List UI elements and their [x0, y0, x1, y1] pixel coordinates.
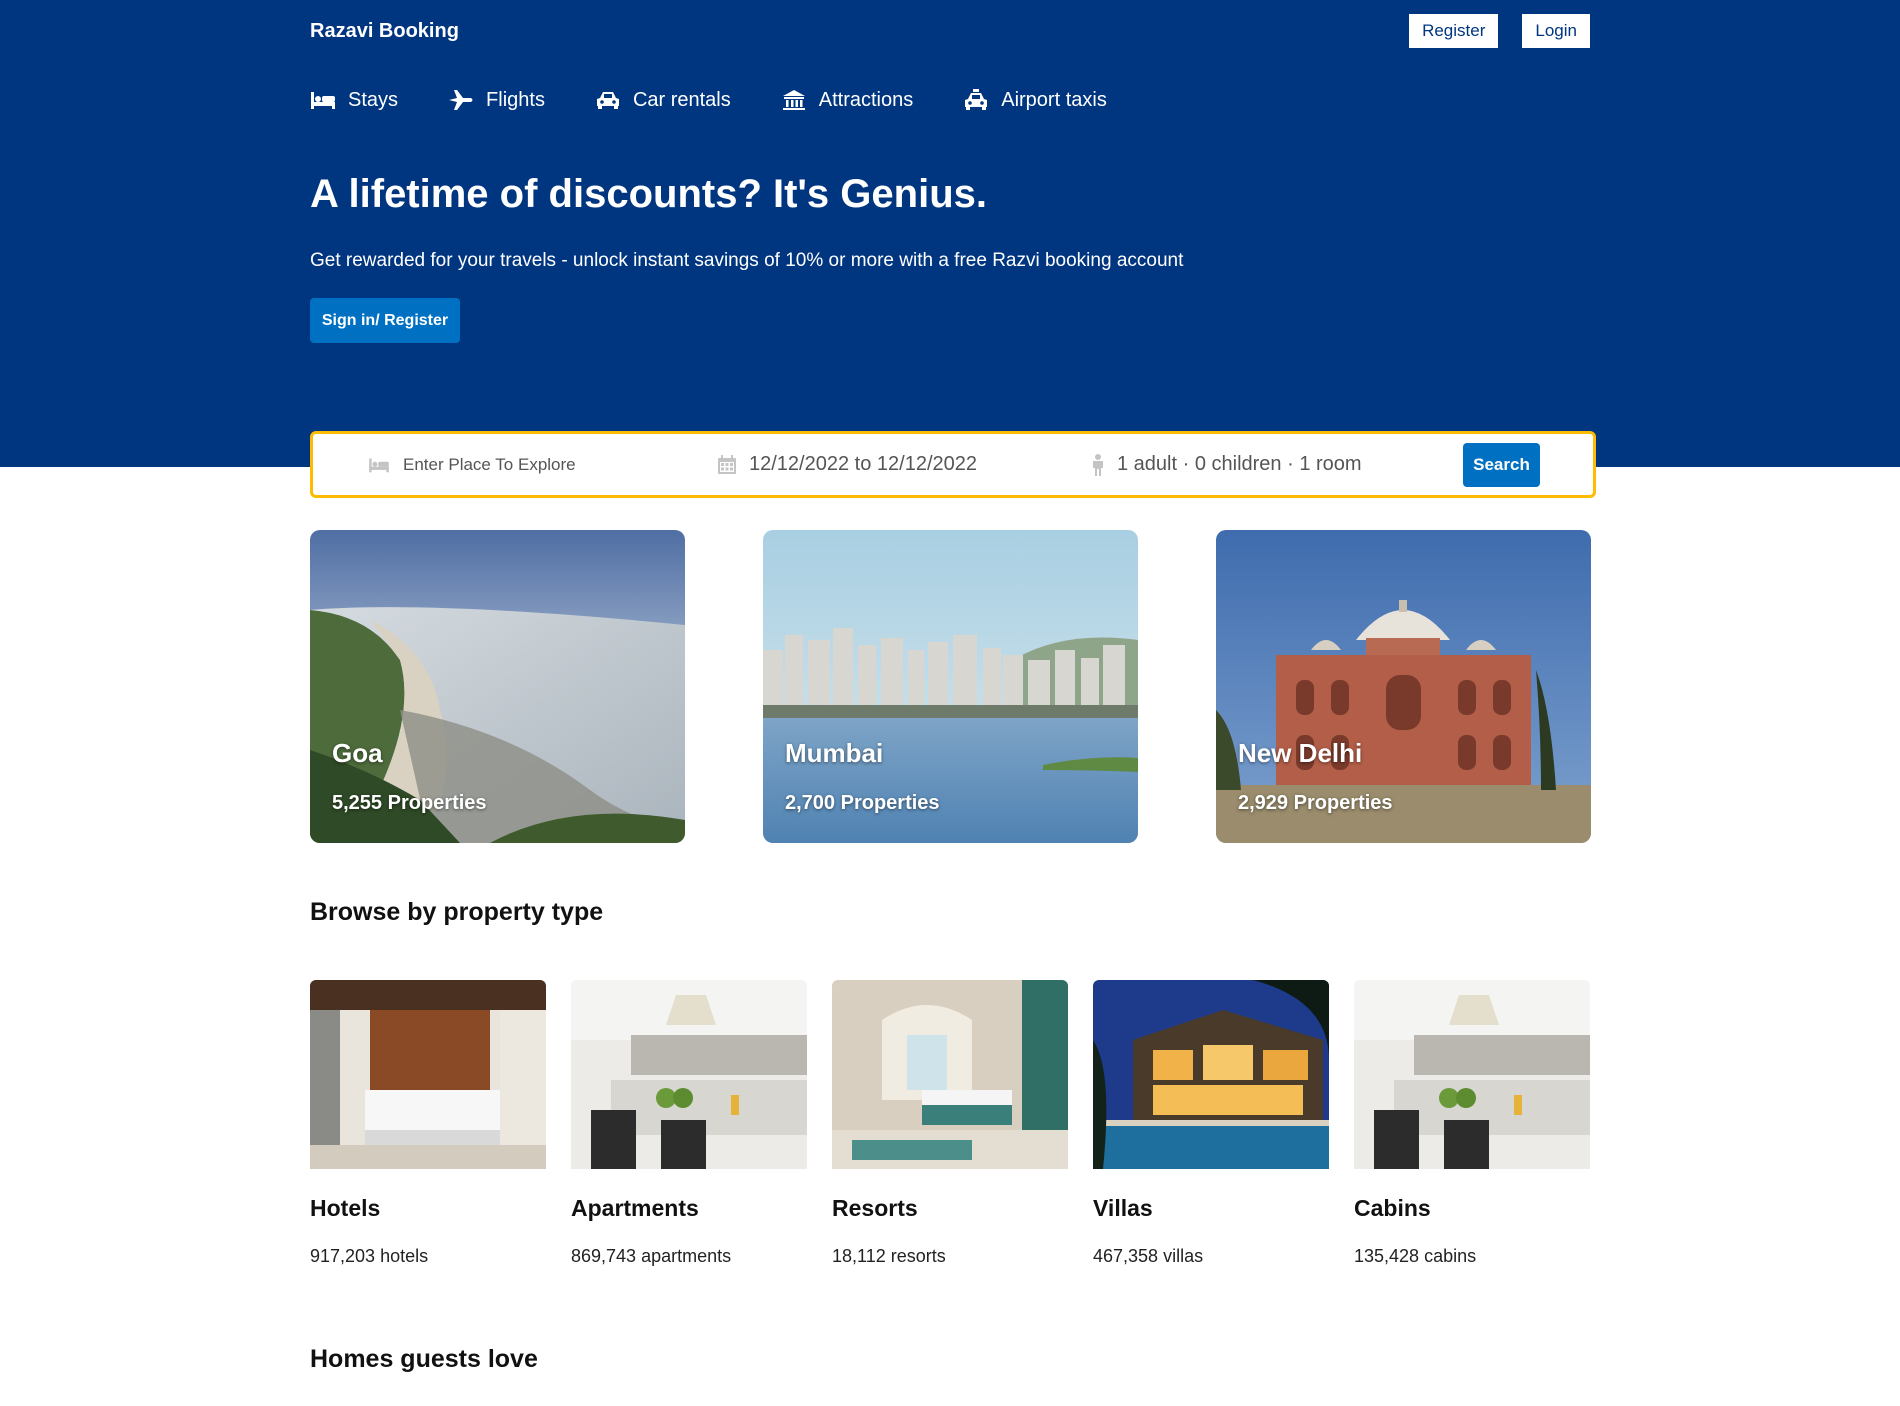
cabin-kitchen-image [1354, 980, 1590, 1169]
top-bar: Razavi Booking Register Login [310, 14, 1590, 50]
resort-room-image [832, 980, 1068, 1169]
guests-value: 1 adult · 0 children · 1 room [1117, 453, 1362, 475]
guests-field[interactable]: 1 adult · 0 children · 1 room [1091, 434, 1362, 495]
nav-item-stays[interactable]: Stays [310, 84, 398, 116]
main-nav: Stays Flights Car rentals Attractions Ai… [310, 84, 1590, 116]
landmark-icon [782, 90, 805, 110]
person-icon [1093, 453, 1103, 476]
city-name: New Delhi [1238, 738, 1363, 768]
property-type-count: 467,358 villas [1093, 1246, 1204, 1266]
property-type-count: 869,743 apartments [571, 1246, 732, 1266]
apartment-kitchen-image [571, 980, 807, 1169]
nav-item-car-rentals[interactable]: Car rentals [595, 84, 731, 116]
nav-label: Flights [486, 88, 545, 111]
date-range-value: 12/12/2022 to 12/12/2022 [749, 453, 977, 475]
date-field[interactable]: 12/12/2022 to 12/12/2022 [717, 434, 977, 495]
city-card-new-delhi[interactable]: New Delhi 2,929 Properties [1216, 530, 1591, 843]
property-type-hotels[interactable]: Hotels 917,203 hotels [310, 980, 546, 1266]
city-properties: 5,255 Properties [332, 792, 487, 814]
hero-subtitle: Get rewarded for your travels - unlock i… [310, 250, 1184, 271]
featured-cities: Goa 5,255 Properties Mumbai 2,700 Proper… [310, 530, 1591, 843]
property-type-villas[interactable]: Villas 467,358 villas [1093, 980, 1329, 1266]
nav-label: Attractions [818, 88, 914, 111]
property-type-name: Resorts [832, 1195, 918, 1221]
nav-label: Stays [348, 88, 399, 111]
property-types: Hotels 917,203 hotels Apartments 869,743… [310, 980, 1590, 1280]
taxi-icon [965, 89, 988, 110]
homes-section-title: Homes guests love [310, 1345, 538, 1373]
destination-input[interactable] [403, 454, 653, 475]
nav-item-attractions[interactable]: Attractions [781, 84, 913, 116]
hero-title: A lifetime of discounts? It's Genius. [310, 172, 987, 216]
search-bar: 12/12/2022 to 12/12/2022 1 adult · 0 chi… [310, 431, 1596, 498]
site-logo[interactable]: Razavi Booking [310, 20, 459, 43]
city-card-mumbai[interactable]: Mumbai 2,700 Properties [763, 530, 1138, 843]
city-name: Goa [332, 738, 383, 768]
nav-label: Airport taxis [1001, 88, 1107, 111]
property-type-name: Hotels [310, 1195, 381, 1221]
login-button[interactable]: Login [1522, 14, 1590, 48]
hero-banner [0, 0, 1900, 467]
destination-field[interactable] [367, 434, 653, 495]
property-type-name: Apartments [571, 1195, 699, 1221]
villa-night-image [1093, 980, 1329, 1169]
car-icon [596, 92, 619, 109]
city-card-goa[interactable]: Goa 5,255 Properties [310, 530, 685, 843]
property-type-count: 917,203 hotels [310, 1246, 429, 1266]
bed-icon [369, 457, 389, 472]
nav-item-flights[interactable]: Flights [448, 84, 545, 116]
property-type-name: Cabins [1354, 1195, 1431, 1221]
calendar-icon [718, 454, 736, 474]
city-properties: 2,700 Properties [785, 792, 940, 814]
city-name: Mumbai [785, 738, 884, 768]
property-type-name: Villas [1093, 1195, 1153, 1221]
search-button[interactable]: Search [1463, 443, 1540, 487]
property-type-resorts[interactable]: Resorts 18,112 resorts [832, 980, 1068, 1266]
bed-icon [311, 92, 335, 109]
browse-section-title: Browse by property type [310, 898, 604, 926]
nav-label: Car rentals [632, 88, 731, 111]
plane-icon [449, 90, 473, 110]
city-properties: 2,929 Properties [1238, 792, 1393, 814]
hotel-room-image [310, 980, 546, 1169]
property-type-cabins[interactable]: Cabins 135,428 cabins [1354, 980, 1590, 1266]
register-button[interactable]: Register [1409, 14, 1499, 48]
property-type-count: 18,112 resorts [832, 1246, 946, 1266]
sign-in-register-button[interactable]: Sign in/ Register [310, 298, 460, 343]
nav-item-airport-taxis[interactable]: Airport taxis [963, 84, 1107, 116]
auth-buttons: Register Login [1409, 14, 1590, 48]
property-type-count: 135,428 cabins [1354, 1246, 1477, 1266]
property-type-apartments[interactable]: Apartments 869,743 apartments [571, 980, 807, 1266]
